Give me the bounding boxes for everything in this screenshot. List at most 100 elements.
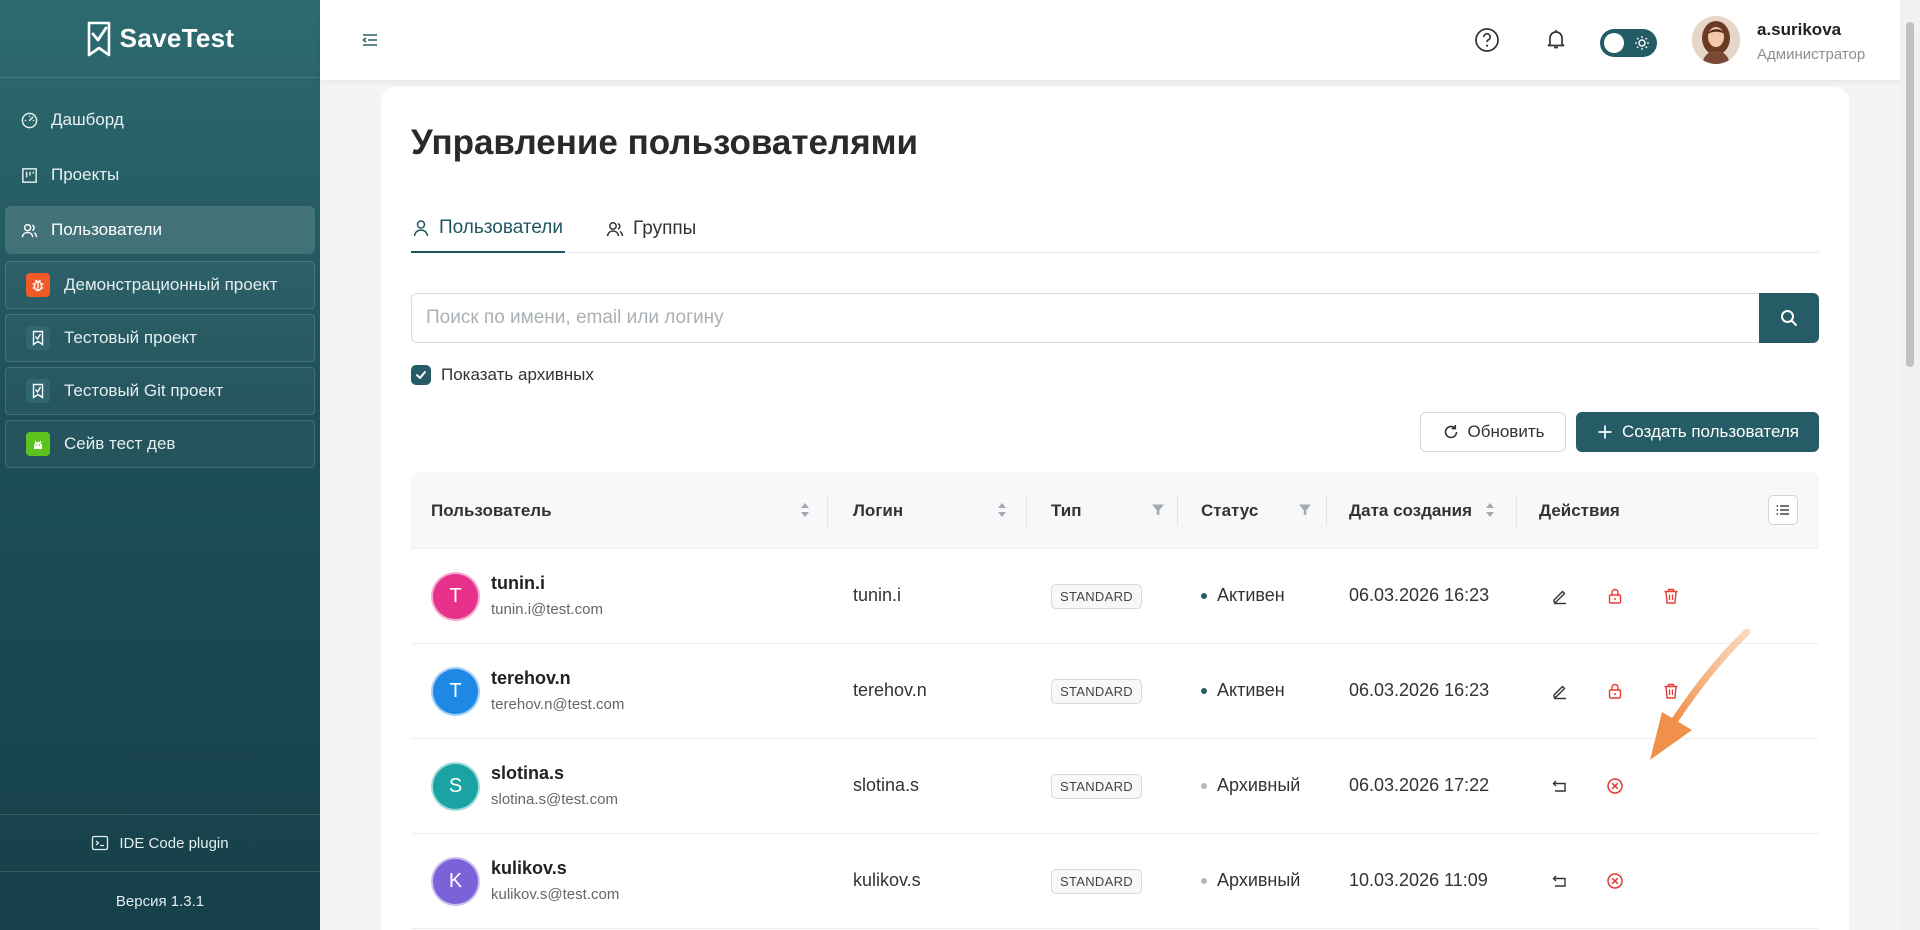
table-row: S slotina.s slotina.s@test.com slotina.s… <box>411 739 1819 834</box>
plus-icon <box>1598 425 1612 439</box>
nav-item-label: Проекты <box>51 165 120 184</box>
search-button[interactable] <box>1759 293 1819 343</box>
edit-button[interactable] <box>1549 585 1571 607</box>
nav-item-users[interactable]: Пользователи <box>5 206 315 254</box>
status-dot <box>1201 592 1207 599</box>
search-input[interactable] <box>411 293 1759 343</box>
create-user-button[interactable]: Создать пользователя <box>1576 412 1819 452</box>
android-icon <box>26 432 50 456</box>
user-email: terehov.n@test.com <box>491 696 625 713</box>
restore-button[interactable] <box>1549 775 1571 797</box>
column-divider <box>1026 496 1027 526</box>
dashboard-icon <box>21 112 38 128</box>
table-row: T terehov.n terehov.n@test.com terehov.n… <box>411 644 1819 739</box>
sort-icon[interactable] <box>996 500 1008 520</box>
project-item-demo[interactable]: Демонстрационный проект <box>5 261 315 309</box>
page-scrollbar[interactable] <box>1900 0 1920 930</box>
version-label: Версия 1.3.1 <box>115 892 205 910</box>
lock-button[interactable] <box>1604 680 1626 702</box>
top-header: a.surikova Администратор <box>320 0 1900 80</box>
column-header-type[interactable]: Тип <box>1051 472 1081 549</box>
checkbox-checked[interactable] <box>411 365 431 385</box>
bug-icon <box>26 273 50 297</box>
show-archived-checkbox[interactable]: Показать архивных <box>411 365 594 385</box>
status-dot <box>1201 687 1207 694</box>
status-badge: Активен <box>1201 680 1285 701</box>
column-header-user[interactable]: Пользователь <box>431 472 552 549</box>
user-name[interactable]: kulikov.s <box>491 858 567 879</box>
column-header-created[interactable]: Дата создания <box>1349 472 1472 549</box>
collapse-sidebar-icon[interactable] <box>360 30 380 50</box>
lock-button[interactable] <box>1604 585 1626 607</box>
user-avatar-initial: T <box>431 667 480 716</box>
column-settings-button[interactable] <box>1768 495 1798 525</box>
created-date: 10.03.2026 11:09 <box>1349 870 1488 890</box>
created-date: 06.03.2026 16:23 <box>1349 680 1490 700</box>
close-circle-icon <box>1607 778 1623 794</box>
project-item-git[interactable]: Тестовый Git проект <box>5 367 315 415</box>
app-logo[interactable]: SaveTest <box>0 0 320 78</box>
pencil-icon <box>1553 590 1566 605</box>
list-icon <box>1776 505 1789 515</box>
delete-permanently-button[interactable] <box>1604 870 1626 892</box>
user-login: tunin.i <box>853 585 902 605</box>
user-icon <box>413 220 429 237</box>
scrollbar-thumb[interactable] <box>1906 22 1914 367</box>
terminal-icon <box>92 835 109 851</box>
filter-icon[interactable] <box>1151 503 1165 517</box>
sort-icon[interactable] <box>1484 500 1496 520</box>
tab-label: Пользователи <box>439 217 564 238</box>
search-icon <box>1781 310 1797 326</box>
nav-item-dashboard[interactable]: Дашборд <box>5 96 315 144</box>
type-tag: STANDARD <box>1051 774 1142 799</box>
pencil-icon <box>1553 685 1566 700</box>
restore-icon <box>1552 780 1566 792</box>
tab-label: Группы <box>633 218 697 239</box>
user-email: tunin.i@test.com <box>491 601 603 618</box>
project-item-test[interactable]: Тестовый проект <box>5 314 315 362</box>
project-item-dev[interactable]: Сейв тест дев <box>5 420 315 468</box>
search-bar <box>411 293 1819 343</box>
restore-button[interactable] <box>1549 870 1571 892</box>
nav-item-projects[interactable]: Проекты <box>5 151 315 199</box>
user-avatar[interactable] <box>1692 16 1740 64</box>
type-tag: STANDARD <box>1051 679 1142 704</box>
user-name[interactable]: terehov.n <box>491 668 571 689</box>
status-label: Активен <box>1217 585 1285 605</box>
tab-users[interactable]: Пользователи <box>411 205 565 253</box>
user-name[interactable]: tunin.i <box>491 573 545 594</box>
table-header: Пользователь Логин Тип Статус Дата созда… <box>411 472 1819 549</box>
sort-icon[interactable] <box>799 500 811 520</box>
users-table: Пользователь Логин Тип Статус Дата созда… <box>411 472 1819 929</box>
user-email: slotina.s@test.com <box>491 791 618 808</box>
tab-groups[interactable]: Группы <box>605 205 696 253</box>
user-email: kulikov.s@test.com <box>491 886 620 903</box>
refresh-label: Обновить <box>1467 422 1545 441</box>
edit-button[interactable] <box>1549 680 1571 702</box>
created-date: 06.03.2026 16:23 <box>1349 585 1490 605</box>
delete-button[interactable] <box>1660 585 1682 607</box>
user-name[interactable]: slotina.s <box>491 763 564 784</box>
ide-plugin-link[interactable]: IDE Code plugin <box>0 814 320 872</box>
theme-toggle[interactable] <box>1600 29 1657 57</box>
project-label: Демонстрационный проект <box>64 275 278 294</box>
user-login: kulikov.s <box>853 870 921 890</box>
filter-icon[interactable] <box>1298 503 1312 517</box>
notifications-bell-icon[interactable] <box>1544 27 1568 51</box>
column-header-status[interactable]: Статус <box>1201 472 1258 549</box>
users-card: Управление пользователями Пользователи Г… <box>381 87 1849 930</box>
checkbox-label: Показать архивных <box>441 365 594 384</box>
delete-button[interactable] <box>1660 680 1682 702</box>
delete-permanently-button[interactable] <box>1604 775 1626 797</box>
users-icon <box>21 223 38 237</box>
sidebar: SaveTest Дашборд Проекты Пользователи Де… <box>0 0 320 930</box>
table-row: T tunin.i tunin.i@test.com tunin.i STAND… <box>411 549 1819 644</box>
status-label: Активен <box>1217 680 1285 700</box>
trash-icon <box>1664 588 1678 604</box>
column-header-login[interactable]: Логин <box>853 472 903 549</box>
refresh-button[interactable]: Обновить <box>1420 412 1566 452</box>
savetest-icon <box>26 326 50 350</box>
main-nav: Дашборд Проекты Пользователи Демонстраци… <box>0 78 320 468</box>
help-icon[interactable] <box>1474 27 1500 53</box>
user-login: slotina.s <box>853 775 920 795</box>
